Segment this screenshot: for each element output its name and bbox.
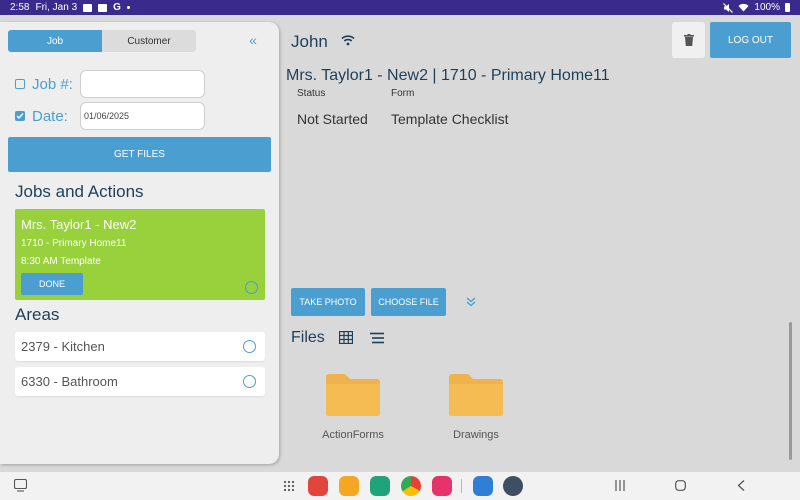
home-icon[interactable]: [675, 480, 686, 491]
date-input[interactable]: 01/06/2025: [80, 102, 205, 130]
job-title: Mrs. Taylor1 - New2 | 1710 - Primary Hom…: [286, 67, 610, 84]
area-label: 6330 - Bathroom: [21, 374, 118, 389]
battery-icon: [785, 3, 790, 12]
snowflake-app-icon[interactable]: [473, 476, 493, 496]
list-view-icon[interactable]: [370, 332, 384, 344]
status-bar: 2:58 Fri, Jan 3 G 100%: [0, 0, 800, 15]
screen-recorder-app-icon[interactable]: [432, 476, 452, 496]
files-heading: Files: [291, 329, 325, 346]
user-name: John: [291, 32, 328, 51]
job-card[interactable]: Mrs. Taylor1 - New2 1710 - Primary Home1…: [15, 209, 265, 300]
status-date: Fri, Jan 3: [35, 2, 78, 13]
job-number-label: Job #:: [32, 75, 73, 93]
area-item-bathroom[interactable]: 6330 - Bathroom: [15, 367, 265, 396]
folder-label-actionforms[interactable]: ActionForms: [308, 429, 398, 441]
calendar-app-icon[interactable]: [370, 476, 390, 496]
settings-app-icon[interactable]: [503, 476, 523, 496]
double-chevron-left-icon: «: [249, 32, 257, 48]
choose-file-button[interactable]: CHOOSE FILE: [371, 288, 446, 316]
recent-apps-icon[interactable]: [614, 480, 626, 491]
expand-button[interactable]: [463, 294, 479, 310]
date-row: Date: 01/06/2025: [15, 102, 205, 130]
files-app-icon[interactable]: [339, 476, 359, 496]
status-time: 2:58: [10, 2, 30, 13]
photo-notification-icon: [98, 3, 108, 12]
tab-customer[interactable]: Customer: [102, 30, 196, 52]
chrome-app-icon[interactable]: [401, 476, 421, 496]
back-icon[interactable]: [737, 480, 745, 491]
area-radio[interactable]: [243, 375, 256, 388]
mute-icon: [723, 2, 734, 13]
tab-job[interactable]: Job: [8, 30, 102, 52]
collapse-panel-button[interactable]: «: [244, 30, 262, 50]
job-card-radio[interactable]: [245, 281, 258, 294]
job-customer-toggle: Job Customer: [8, 30, 196, 52]
area-item-kitchen[interactable]: 2379 - Kitchen: [15, 332, 265, 361]
status-value: Not Started: [297, 111, 368, 127]
get-files-button[interactable]: GET FILES: [8, 137, 271, 172]
scrollbar[interactable]: [789, 322, 792, 460]
job-number-row: Job #:: [15, 70, 205, 98]
form-column-header: Form: [391, 88, 415, 99]
jobs-heading: Jobs and Actions: [15, 182, 144, 201]
job-card-time: 8:30 AM Template: [21, 256, 101, 267]
status-column-header: Status: [297, 88, 326, 99]
logout-button[interactable]: LOG OUT: [710, 22, 791, 58]
gallery-notification-icon: [83, 3, 93, 12]
area-radio[interactable]: [243, 340, 256, 353]
checkmark-icon: [16, 113, 24, 120]
job-number-checkbox[interactable]: [15, 79, 25, 89]
folder-label-drawings[interactable]: Drawings: [431, 429, 521, 441]
google-notification-icon: G: [113, 2, 121, 13]
more-notifications-icon: [126, 6, 130, 9]
done-button[interactable]: DONE: [21, 273, 83, 295]
double-chevron-down-icon: [466, 297, 476, 307]
date-label: Date:: [32, 107, 68, 125]
battery-percent: 100%: [754, 2, 780, 13]
app-drawer-icon[interactable]: [283, 480, 295, 492]
notes-app-icon[interactable]: [308, 476, 328, 496]
folder-icon[interactable]: [326, 374, 380, 416]
delete-button[interactable]: [672, 22, 705, 58]
take-photo-button[interactable]: TAKE PHOTO: [291, 288, 365, 316]
screenshot-icon[interactable]: [14, 479, 27, 492]
form-value[interactable]: Template Checklist: [391, 111, 509, 127]
date-checkbox[interactable]: [15, 111, 25, 121]
wifi-status-icon: [738, 3, 749, 12]
dock-divider: [461, 479, 462, 493]
job-card-address: 1710 - Primary Home11: [21, 238, 127, 249]
trash-icon: [683, 34, 694, 46]
job-card-title: Mrs. Taylor1 - New2: [21, 217, 137, 232]
job-number-input[interactable]: [80, 70, 205, 98]
area-label: 2379 - Kitchen: [21, 339, 105, 354]
wifi-icon: [341, 35, 355, 46]
left-panel: Job Customer « Job #: Date: 01/06/2025 G…: [0, 22, 279, 464]
folder-icon[interactable]: [449, 374, 503, 416]
areas-heading: Areas: [15, 305, 60, 324]
grid-view-icon[interactable]: [339, 331, 353, 344]
